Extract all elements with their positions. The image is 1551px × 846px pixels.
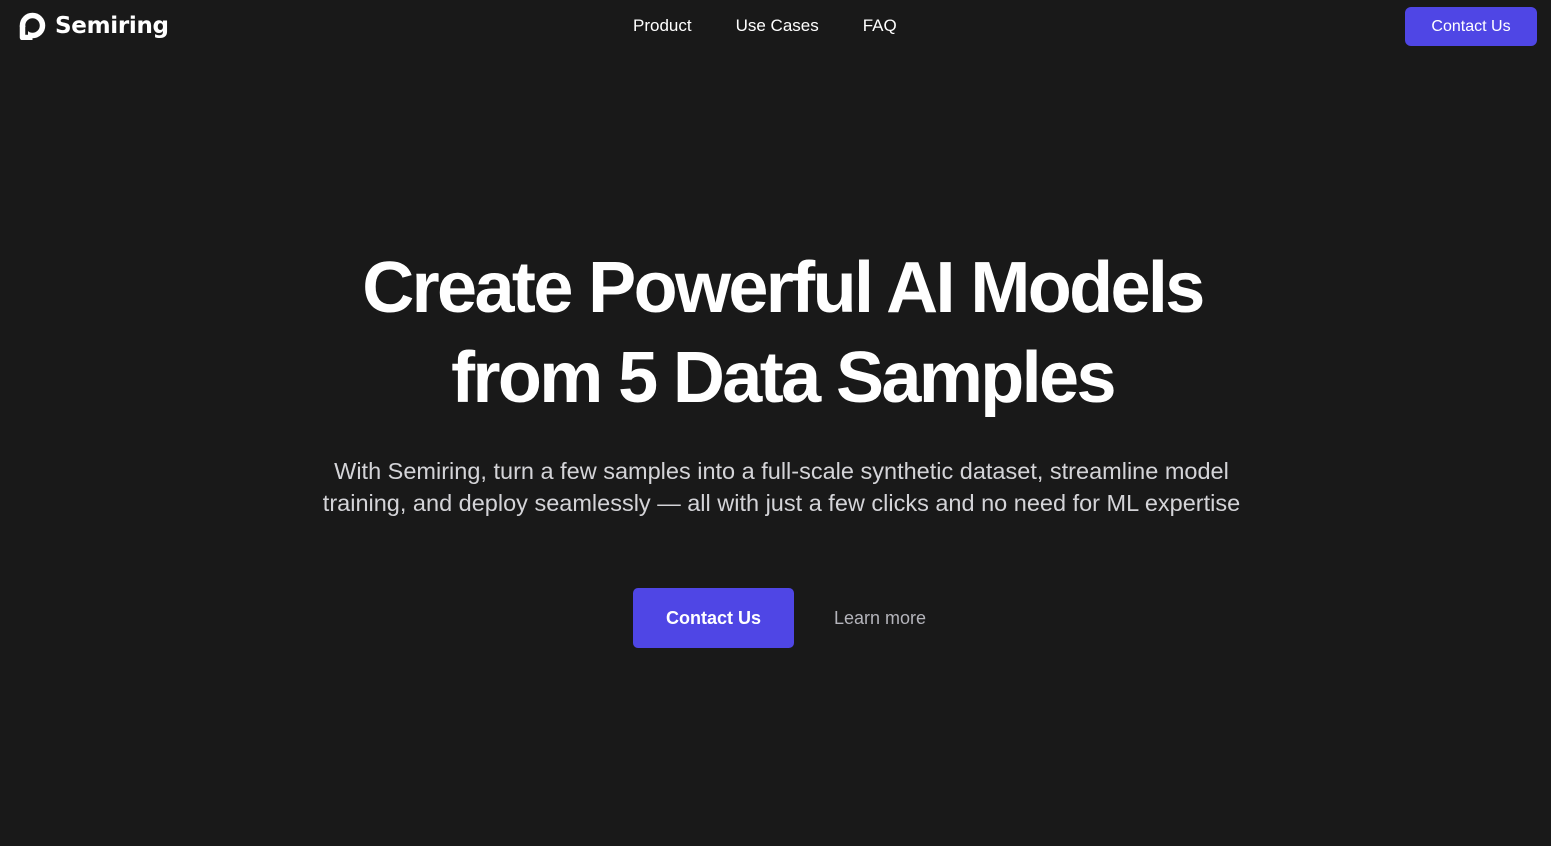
hero-contact-button[interactable]: Contact Us <box>633 588 794 648</box>
hero-title-line-1: Create Powerful AI Models <box>362 248 1205 328</box>
nav-link-faq[interactable]: FAQ <box>863 15 897 37</box>
hero-subtitle-line-1: With Semiring, turn a few samples into a… <box>334 458 1229 484</box>
hero-subtitle-line-2: training, and deploy seamlessly — all wi… <box>322 490 1241 516</box>
learn-more-link[interactable]: Learn more <box>834 606 926 630</box>
semiring-logo-icon <box>18 12 46 40</box>
hero-actions: Contact Us Learn more <box>633 588 926 648</box>
main-nav: Product Use Cases FAQ <box>633 15 897 37</box>
hero-title-line-2: from 5 Data Samples <box>451 338 1116 418</box>
brand-name: Semiring <box>55 12 169 39</box>
page: Semiring Product Use Cases FAQ Contact U… <box>0 0 1551 846</box>
hero-title: Create Powerful AI Models from 5 Data Sa… <box>0 243 1551 423</box>
site-header: Semiring Product Use Cases FAQ Contact U… <box>0 0 1551 52</box>
nav-link-use-cases[interactable]: Use Cases <box>736 15 819 37</box>
brand-logo-link[interactable]: Semiring <box>18 11 169 40</box>
nav-link-product[interactable]: Product <box>633 15 692 37</box>
hero-subtitle: With Semiring, turn a few samples into a… <box>0 455 1551 519</box>
header-contact-button[interactable]: Contact Us <box>1405 7 1537 46</box>
